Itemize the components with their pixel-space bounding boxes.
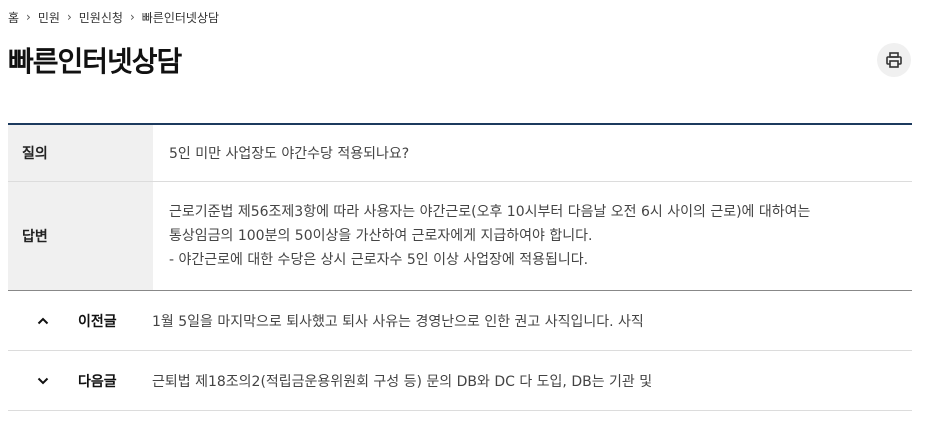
answer-line: 근로기준법 제56조제3항에 따라 사용자는 야간근로(오후 10시부터 다음날… [169,204,811,220]
answer-line: 통상임금의 100분의 50이상을 가산하여 근로자에게 지급하여야 합니다. [169,228,593,244]
breadcrumb: 홈 › 민원 › 민원신청 › 빠른인터넷상담 [8,8,219,26]
print-button[interactable] [877,43,911,77]
chevron-right-icon: › [129,10,135,24]
page-title: 빠른인터넷상담 [8,45,182,78]
next-post-label: 다음글 [78,373,117,390]
prev-post-label: 이전글 [78,313,117,330]
prev-post-link[interactable]: 이전글 1월 5일을 마지막으로 퇴사했고 퇴사 사유는 경영난으로 인한 권고… [8,291,912,351]
answer-line: - 야간근로에 대한 수당은 상시 근로자수 5인 이상 사업장에 적용됩니다. [169,252,589,268]
prev-post-title[interactable]: 1월 5일을 마지막으로 퇴사했고 퇴사 사유는 경영난으로 인한 권고 사직입… [152,311,644,331]
question-row: 질의 5인 미만 사업장도 야간수당 적용되나요? [8,125,912,182]
breadcrumb-home[interactable]: 홈 [8,9,19,26]
qa-table: 질의 5인 미만 사업장도 야간수당 적용되나요? 답변 근로기준법 제56조제… [8,123,912,291]
next-post-title[interactable]: 근퇴법 제18조의2(적립금운용위원회 구성 등) 문의 DB와 DC 다 도입… [152,371,652,391]
print-icon [886,52,902,68]
answer-text: 근로기준법 제56조제3항에 따라 사용자는 야간근로(오후 10시부터 다음날… [153,182,912,290]
chevron-up-icon [8,317,78,325]
chevron-right-icon: › [26,10,31,24]
question-text: 5인 미만 사업장도 야간수당 적용되나요? [169,146,410,162]
breadcrumb-current: 빠른인터넷상담 [141,10,220,25]
answer-row: 답변 근로기준법 제56조제3항에 따라 사용자는 야간근로(오후 10시부터 … [8,182,912,291]
question-label: 질의 [8,125,153,181]
chevron-down-icon [8,377,78,385]
chevron-right-icon: › [66,10,72,24]
breadcrumb-minwon-apply[interactable]: 민원신청 [79,9,123,26]
breadcrumb-minwon[interactable]: 민원 [38,9,60,26]
answer-label: 답변 [8,182,153,290]
next-post-link[interactable]: 다음글 근퇴법 제18조의2(적립금운용위원회 구성 등) 문의 DB와 DC … [8,351,912,411]
